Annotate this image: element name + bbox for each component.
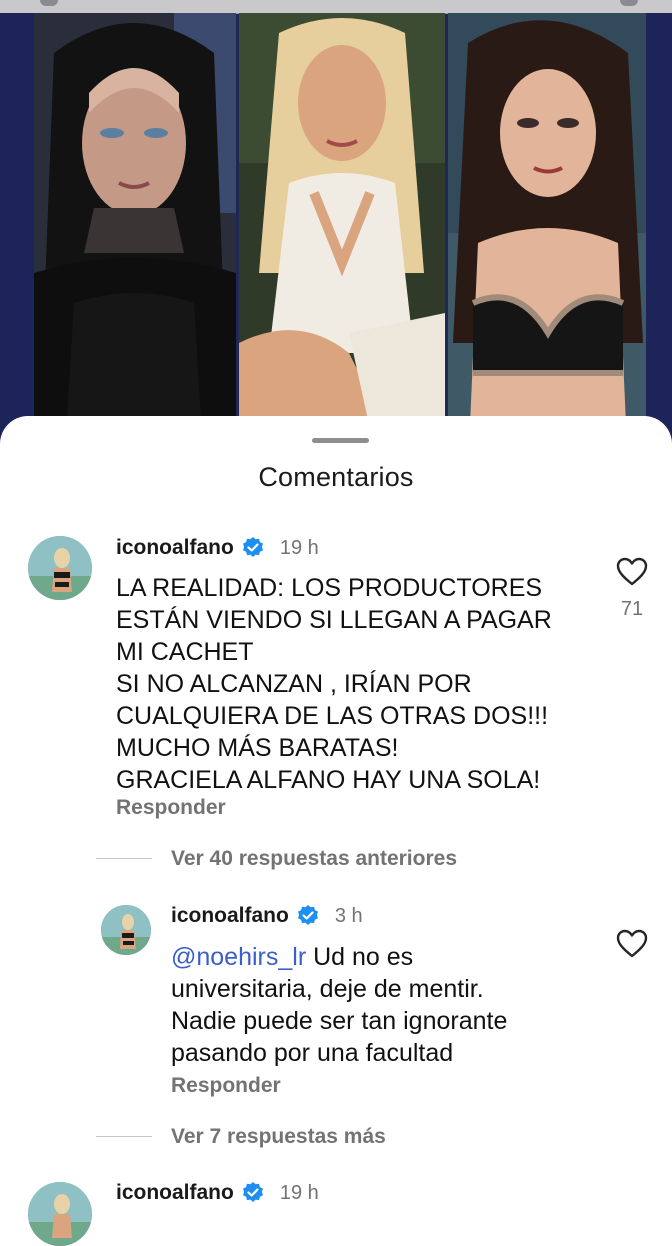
status-indicator (40, 0, 58, 6)
comment-time: 19 h (279, 1181, 319, 1204)
username-text[interactable]: iconoalfano (116, 536, 234, 560)
verified-badge-icon (297, 905, 319, 927)
reply-text-first-line: Ud no es (306, 943, 414, 971)
photo-left (34, 13, 236, 470)
reply-username[interactable]: iconoalfano 3 h (171, 904, 363, 928)
reply-button[interactable]: Responder (116, 796, 226, 820)
avatar[interactable] (28, 536, 92, 600)
comment-username[interactable]: iconoalfano 19 h (116, 536, 319, 560)
avatar[interactable] (28, 1182, 92, 1246)
photo-center (239, 13, 445, 470)
drag-handle[interactable] (312, 438, 369, 443)
reply-text: @noehirs_lr Ud no es universitaria, deje… (171, 941, 601, 1069)
view-previous-replies-button[interactable]: Ver 40 respuestas anteriores (171, 847, 457, 871)
status-indicator (620, 0, 638, 6)
thread-line (96, 858, 152, 859)
comment-username[interactable]: iconoalfano 19 h (116, 1181, 319, 1205)
heart-outline-icon[interactable] (616, 929, 650, 961)
thread-line (96, 1136, 152, 1137)
verified-badge-icon (242, 537, 264, 559)
reply-button[interactable]: Responder (171, 1074, 281, 1098)
username-text[interactable]: iconoalfano (116, 1181, 234, 1205)
reply-text-rest: universitaria, deje de mentir. Nadie pue… (171, 975, 508, 1067)
comments-sheet: Comentarios iconoalfano 19 h LA REALIDAD… (0, 416, 672, 1246)
comment-time: 19 h (279, 536, 319, 559)
like-count: 71 (620, 598, 644, 620)
reply-time: 3 h (334, 904, 363, 927)
username-text[interactable]: iconoalfano (171, 904, 289, 928)
status-bar-strip (0, 0, 672, 14)
mention-link[interactable]: @noehirs_lr (171, 943, 306, 971)
avatar[interactable] (101, 905, 151, 955)
photo-right (448, 13, 646, 470)
post-image (0, 0, 672, 470)
image-border-left (0, 13, 34, 470)
sheet-title: Comentarios (258, 462, 414, 492)
view-more-replies-button[interactable]: Ver 7 respuestas más (171, 1125, 386, 1149)
heart-outline-icon[interactable] (616, 557, 650, 589)
verified-badge-icon (242, 1182, 264, 1204)
comment-text: LA REALIDAD: LOS PRODUCTORES ESTÁN VIEND… (116, 574, 552, 794)
image-border-right (646, 13, 672, 470)
